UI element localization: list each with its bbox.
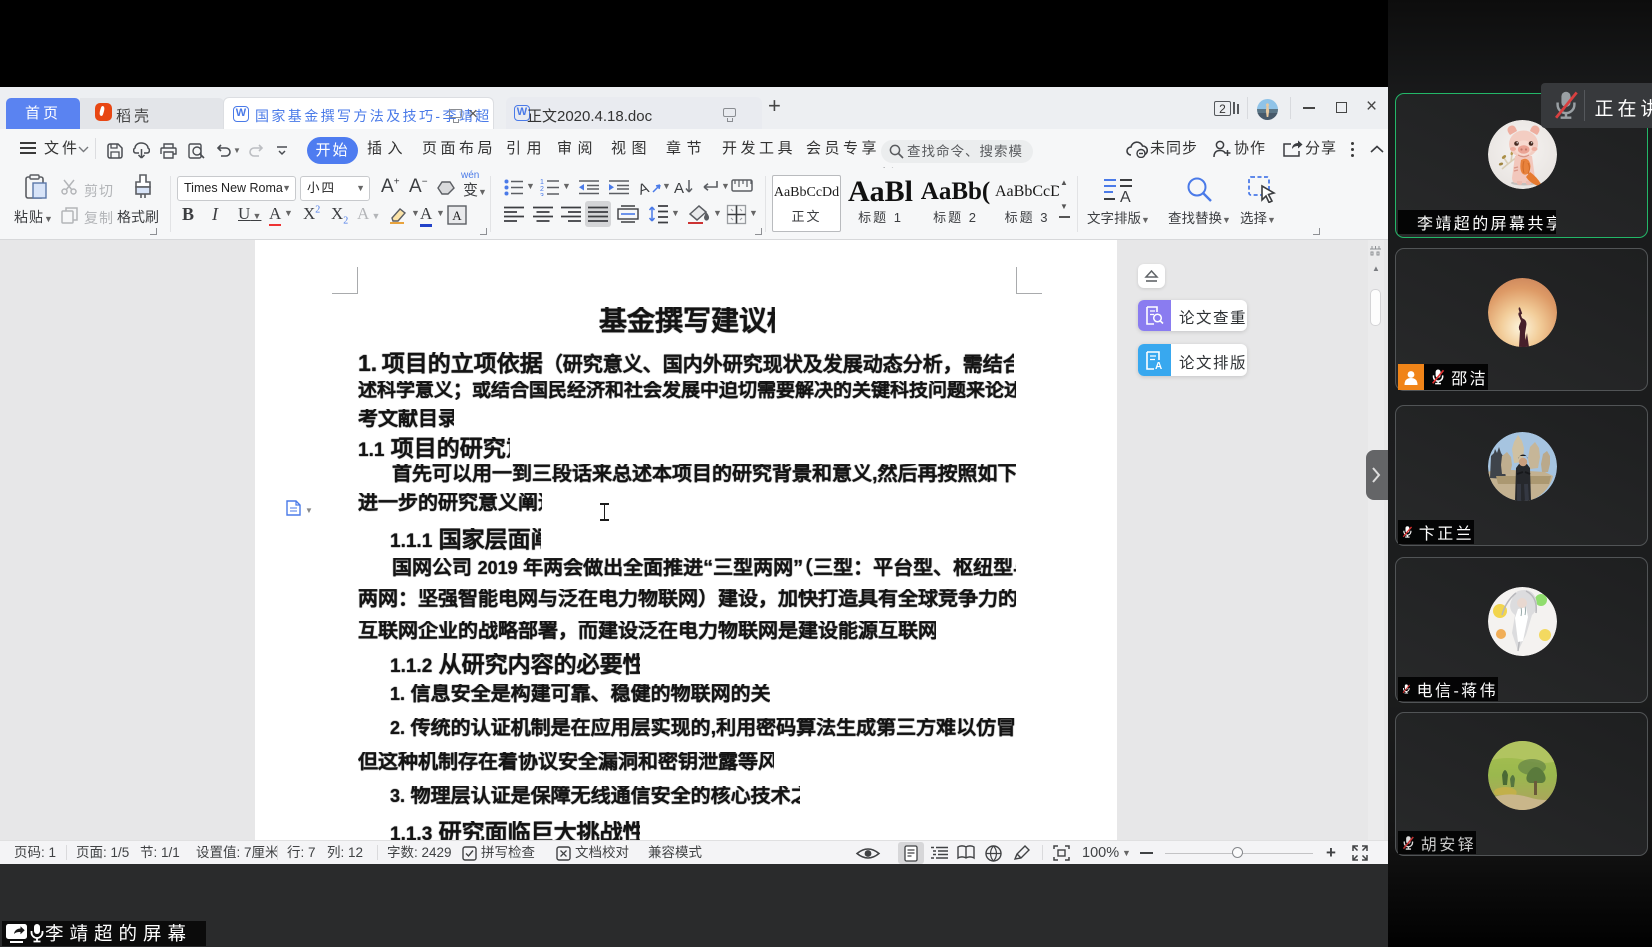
svg-text:A: A (674, 180, 684, 197)
svg-text:A: A (640, 179, 651, 197)
svg-text:2: 2 (540, 186, 544, 193)
svg-text:A: A (1155, 361, 1162, 370)
svg-text:A: A (452, 208, 462, 223)
svg-text:3: 3 (540, 193, 544, 196)
svg-text:1: 1 (540, 179, 544, 186)
svg-text:A: A (1120, 189, 1131, 202)
